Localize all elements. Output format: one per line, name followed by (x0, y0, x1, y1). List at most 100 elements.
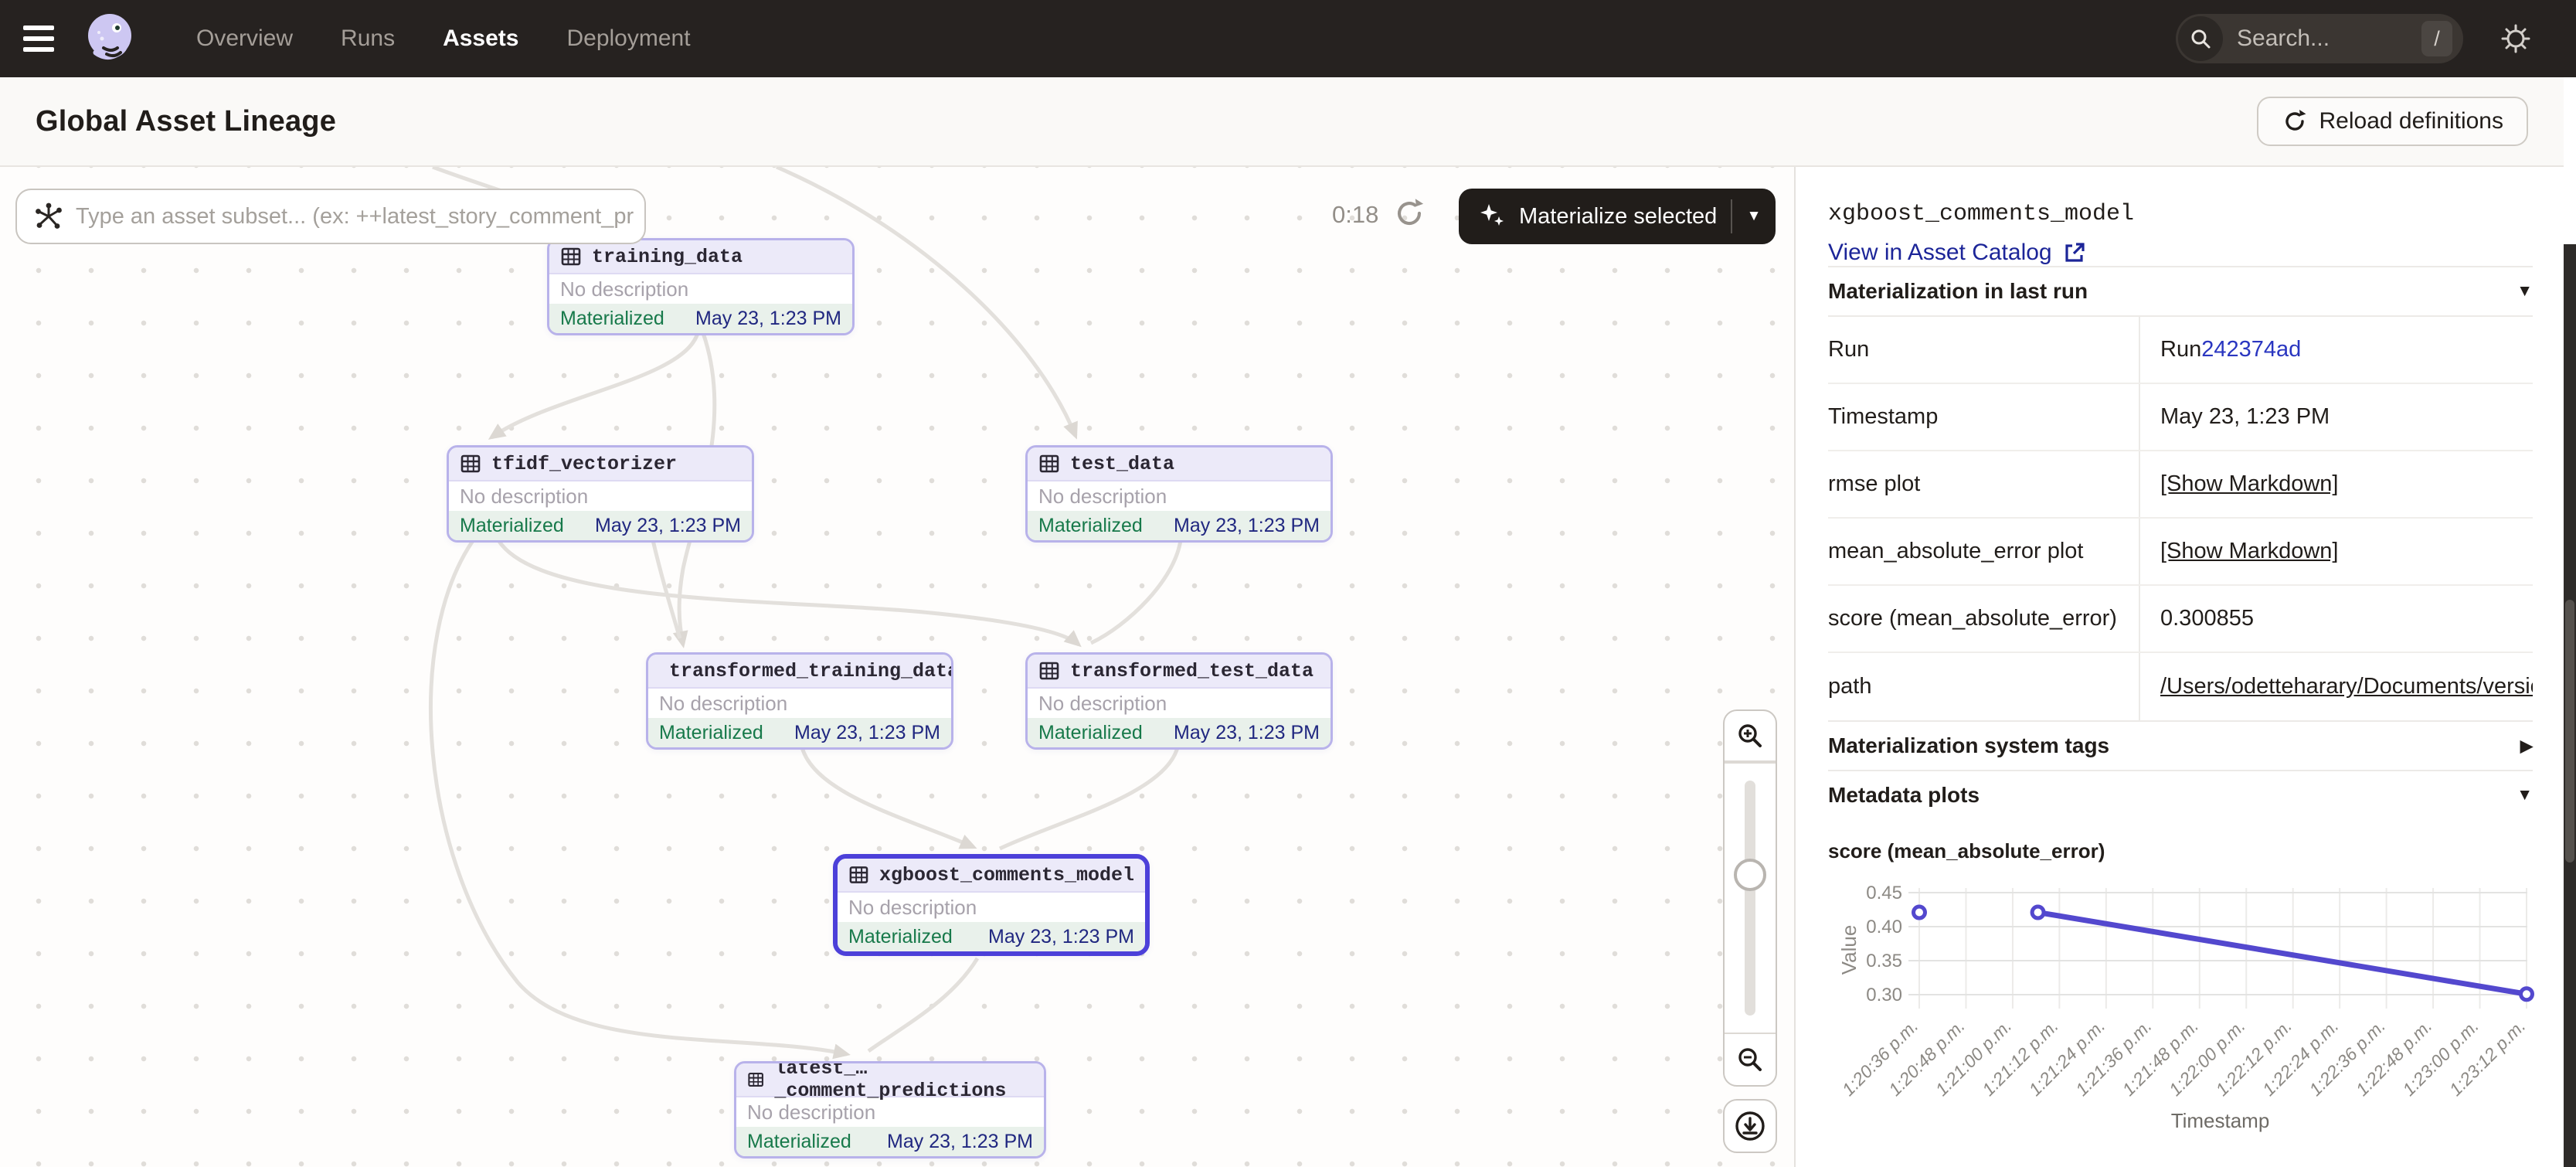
table-icon (560, 246, 582, 267)
materialization-time[interactable]: May 23, 1:23 PM (988, 926, 1134, 948)
search-shortcut-badge: / (2421, 21, 2452, 56)
svg-text:0.45: 0.45 (1866, 883, 1902, 903)
chevron-right-icon: ▶ (2520, 737, 2533, 756)
zoom-in-icon (1735, 720, 1765, 751)
asset-name: test_data (1070, 453, 1174, 475)
materialization-time[interactable]: May 23, 1:23 PM (695, 308, 841, 330)
section-materialization-last-run[interactable]: Materialization in last run ▼ (1828, 266, 2533, 315)
download-graph-button[interactable] (1723, 1099, 1777, 1153)
svg-text:Value: Value (1837, 925, 1861, 975)
asset-node-tfidf_vectorizer[interactable]: tfidf_vectorizerNo descriptionMaterializ… (447, 445, 754, 543)
view-in-asset-catalog-link[interactable]: View in Asset Catalog (1828, 240, 2086, 266)
asset-node-header: transformed_test_data (1028, 655, 1330, 689)
asset-node-transformed_test_data[interactable]: transformed_test_data No descriptionMater… (1025, 652, 1333, 750)
asset-name: training_data (592, 246, 743, 268)
zoom-in-button[interactable] (1725, 711, 1776, 762)
graph-refresh-icon[interactable] (1392, 196, 1426, 230)
global-search[interactable]: Search... / (2176, 14, 2463, 63)
zoom-slider[interactable] (1725, 762, 1776, 1034)
asset-node-training_data[interactable]: training_dataNo descriptionMaterializedM… (547, 238, 855, 335)
section-materialization-system-tags[interactable]: Materialization system tags ▶ (1828, 720, 2533, 770)
asset-node-header: tfidf_vectorizer (449, 447, 752, 481)
asset-title: xgboost_comments_model (1828, 201, 2533, 227)
table-icon (848, 864, 869, 886)
metadata-value: [Show Markdown] (2140, 519, 2533, 584)
scrollbar-thumb[interactable] (2565, 600, 2574, 862)
svg-text:0.40: 0.40 (1866, 917, 1902, 937)
hamburger-menu-icon[interactable] (23, 19, 54, 58)
status-badge: Materialized (1038, 515, 1143, 537)
status-badge: Materialized (560, 308, 664, 330)
lineage-canvas[interactable]: training_data No description Materialized M… (0, 167, 1796, 1167)
data-point[interactable] (2032, 907, 2044, 918)
sparkle-icon (1477, 201, 1508, 232)
materialization-time[interactable]: May 23, 1:23 PM (595, 515, 741, 537)
asset-node-xgboost_comments_model[interactable]: xgboost_comments_modelNo descriptionMate… (833, 854, 1150, 956)
value-link[interactable]: /Users/odetteharary/Documents/version (2160, 674, 2533, 699)
status-badge: Materialized (848, 926, 953, 948)
asset-graph-icon (34, 202, 63, 231)
data-point[interactable] (2521, 988, 2533, 1000)
table-icon (1038, 660, 1060, 682)
metadata-row-rmse-plot: rmse plot [Show Markdown] (1828, 451, 2533, 519)
value-link[interactable]: [Show Markdown] (2160, 539, 2339, 564)
value-link[interactable]: [Show Markdown] (2160, 471, 2339, 497)
nav-tab-overview[interactable]: Overview (196, 26, 293, 52)
nav-tab-assets[interactable]: Assets (443, 26, 518, 52)
asset-status-row: Materialized May 23, 1:23 PM (549, 304, 852, 333)
zoom-out-button[interactable] (1725, 1034, 1776, 1085)
edge-test_data-to-transformed_test_data (1091, 540, 1181, 643)
refresh-timer: 0:18 (1332, 201, 1378, 229)
metadata-key: rmse plot (1828, 451, 2140, 517)
materialization-time[interactable]: May 23, 1:23 PM (794, 722, 940, 744)
dagster-logo[interactable] (80, 9, 139, 68)
asset-description: No description (1028, 689, 1330, 718)
status-badge: Materialized (659, 722, 763, 744)
asset-status-row: Materialized May 23, 1:23 PM (838, 922, 1145, 951)
edge-xgboost_comments_model-to-latest_…_comment_predictions (868, 958, 977, 1051)
asset-subset-filter[interactable] (15, 189, 646, 244)
score-line-chart: 0.450.400.350.30Value1:20:36 p.m.1:20:48… (1828, 873, 2533, 1167)
asset-description: No description (838, 893, 1145, 922)
edge-tfidf_vectorizer-to-latest_…_comment_predictions (430, 536, 847, 1054)
value-text: May 23, 1:23 PM (2160, 404, 2330, 430)
reload-definitions-button[interactable]: Reload definitions (2257, 97, 2529, 146)
value-link[interactable]: 242374ad (2201, 337, 2301, 362)
zoom-slider-track (1745, 781, 1755, 1016)
materialization-time[interactable]: May 23, 1:23 PM (887, 1131, 1033, 1153)
edge-tfidf_vectorizer-to-transformed_training_data (653, 540, 680, 638)
svg-text:Timestamp: Timestamp (2171, 1109, 2270, 1132)
external-link-icon (2063, 241, 2086, 264)
settings-gear-icon[interactable] (2499, 22, 2533, 56)
materialize-selected-button[interactable]: Materialize selected ▼ (1459, 189, 1776, 244)
chevron-down-icon: ▼ (2517, 786, 2533, 805)
search-placeholder: Search... (2237, 26, 2330, 52)
materialization-time[interactable]: May 23, 1:23 PM (1174, 722, 1320, 744)
asset-node-transformed_training_data[interactable]: transformed_training_dataNo descriptionM… (646, 652, 953, 750)
nav-links: Overview Runs Assets Deployment (196, 26, 691, 52)
page-scrollbar[interactable] (2564, 244, 2576, 1167)
metadata-row-score-mean-absolute-error-: score (mean_absolute_error)0.300855 (1828, 586, 2533, 653)
metadata-key: Timestamp (1828, 384, 2140, 450)
materialize-dropdown-caret[interactable]: ▼ (1732, 208, 1776, 225)
section-metadata-plots[interactable]: Metadata plots ▼ (1828, 770, 2533, 819)
nav-tab-runs[interactable]: Runs (341, 26, 395, 52)
chart-svg: 0.450.400.350.30Value1:20:36 p.m.1:20:48… (1828, 873, 2534, 1167)
asset-node-header: xgboost_comments_model (838, 859, 1145, 893)
asset-name: transformed_test_data (1070, 660, 1313, 682)
chart-title: score (mean_absolute_error) (1828, 839, 2533, 863)
svg-text:0.35: 0.35 (1866, 951, 1902, 971)
materialization-time[interactable]: May 23, 1:23 PM (1174, 515, 1320, 537)
asset-node-header: training_data (549, 240, 852, 274)
asset-subset-input[interactable] (76, 204, 644, 230)
asset-details-panel: xgboost_comments_model View in Asset Cat… (1797, 167, 2564, 1167)
zoom-slider-thumb[interactable] (1734, 859, 1766, 891)
data-point[interactable] (1914, 907, 1925, 918)
nav-tab-deployment[interactable]: Deployment (566, 26, 690, 52)
top-nav: Overview Runs Assets Deployment Search... / (0, 0, 2576, 77)
zoom-controls (1723, 709, 1777, 1087)
asset-node-test_data[interactable]: test_dataNo descriptionMaterializedMay 2… (1025, 445, 1333, 543)
page-header: Global Asset Lineage Reload definitions (0, 77, 2564, 167)
asset-node-latest_-_comment_predictions[interactable]: latest_…_comment_predictionsNo descripti… (734, 1061, 1046, 1158)
asset-status-row: MaterializedMay 23, 1:23 PM (1028, 718, 1330, 747)
